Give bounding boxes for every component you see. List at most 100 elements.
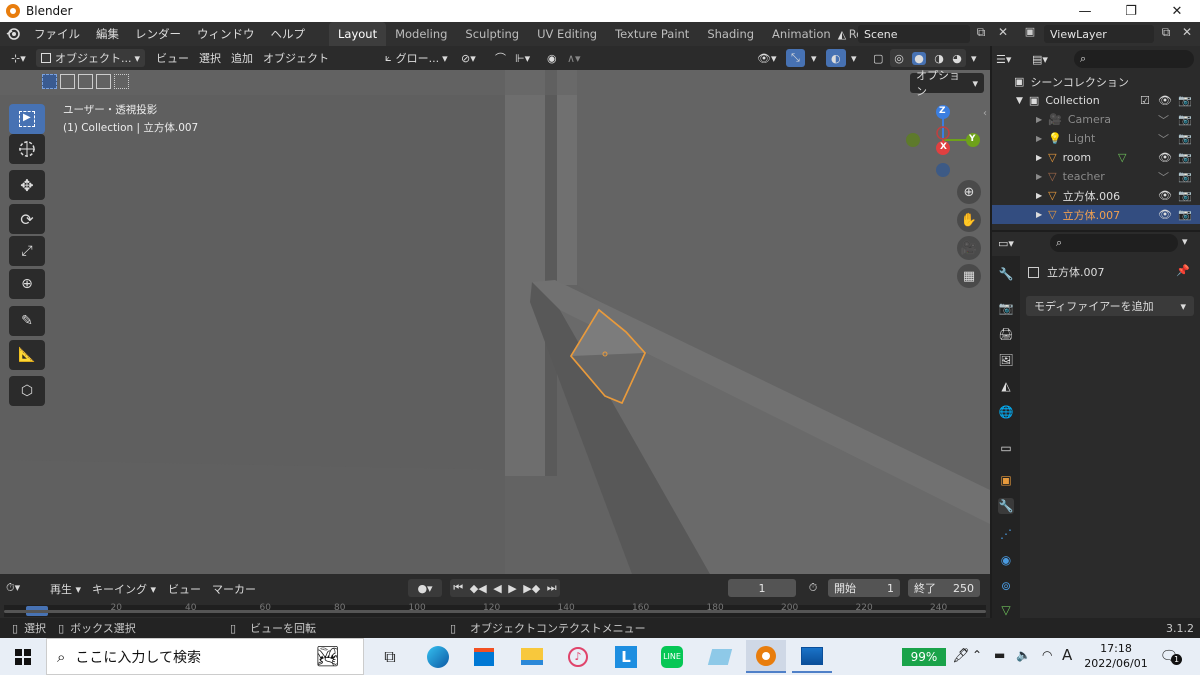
viewlayer-icon[interactable]: ▣ — [1018, 25, 1042, 43]
mode-selector[interactable]: オブジェクト... ▾ — [36, 49, 146, 67]
outliner-row-cube-006[interactable]: ▶ ▽ 立方体.006 👁 📷 — [992, 186, 1200, 205]
current-frame-field[interactable]: 1 — [728, 579, 796, 597]
expand-arrow-icon[interactable]: ▼ — [1016, 96, 1023, 106]
close-button[interactable]: ✕ — [1154, 0, 1200, 22]
material-shading-icon[interactable]: ◑ — [934, 52, 944, 65]
delete-scene-icon[interactable]: ✕ — [994, 25, 1012, 43]
gizmo-toggle-icon[interactable]: ⤡ — [786, 49, 805, 67]
outliner-row-room[interactable]: ▶ ▽ room ▽ 👁 📷 — [992, 148, 1200, 167]
eye-hidden-icon[interactable]: ﹀ — [1158, 112, 1169, 128]
display-mode-icon[interactable]: ▤▾ — [1032, 50, 1064, 68]
pen-icon[interactable]: 🖋 — [952, 648, 970, 664]
prev-keyframe-icon[interactable]: ◆◀ — [470, 582, 487, 595]
maximize-button[interactable]: ❐ — [1108, 0, 1154, 22]
new-viewlayer-icon[interactable]: ⧉ — [1157, 25, 1175, 43]
view-layer-tab-icon[interactable]: 🖼 — [998, 352, 1014, 368]
new-scene-icon[interactable]: ⧉ — [972, 25, 990, 43]
snipping-tool-icon[interactable] — [700, 640, 740, 673]
outliner-editor-type-icon[interactable]: ☰▾ — [996, 50, 1026, 68]
timeline-scrubber[interactable]: 20 40 60 80 100 120 140 160 180 200 220 240 — [4, 603, 986, 617]
scene-selector[interactable]: Scene — [858, 25, 970, 43]
particles-tab-icon[interactable]: ⋰ — [998, 526, 1014, 542]
add-cube-tool[interactable]: ⬡ — [9, 376, 45, 406]
tray-expand-icon[interactable]: ⌃ — [972, 648, 982, 662]
camera-view-icon[interactable]: 🎥 — [957, 236, 981, 260]
snap-icon[interactable]: ⌒ — [490, 49, 511, 67]
properties-options-dropdown[interactable]: ▾ — [1182, 235, 1188, 248]
viewlayer-selector[interactable]: ViewLayer — [1044, 25, 1154, 43]
auto-keying-button[interactable]: ●▾ — [408, 579, 442, 597]
world-tab-icon[interactable]: 🌐 — [998, 404, 1014, 420]
select-new-icon[interactable] — [42, 74, 57, 89]
task-view-icon[interactable]: ⧉ — [370, 640, 410, 673]
camera-render-icon[interactable]: 📷 — [1178, 132, 1192, 145]
select-subtract-icon[interactable] — [78, 74, 93, 89]
outliner-row-collection[interactable]: ▼ ▣ Collection ☑ 👁 📷 — [992, 91, 1200, 110]
transform-tool[interactable]: ⊕ — [9, 269, 45, 299]
falloff-icon[interactable]: ∧▾ — [562, 49, 586, 67]
scene-icon[interactable]: ◭ — [830, 25, 854, 43]
menu-object[interactable]: オブジェクト — [258, 49, 334, 67]
scene-collection-row[interactable]: ▣ シーンコレクション — [992, 72, 1200, 91]
object-tab-icon[interactable]: ▣ — [998, 472, 1014, 488]
tab-animation[interactable]: Animation — [763, 22, 840, 46]
sidebar-toggle-icon[interactable]: ‹ — [983, 108, 987, 119]
collection-tab-icon[interactable]: ▭ — [998, 440, 1014, 456]
expand-arrow-icon[interactable]: ▶ — [1036, 134, 1042, 143]
notification-center-icon[interactable]: 🗨 1 — [1158, 646, 1182, 666]
select-box-tool[interactable]: ▶ — [9, 104, 45, 134]
blender-menu-icon[interactable] — [0, 22, 26, 46]
expand-arrow-icon[interactable]: ▶ — [1036, 153, 1042, 162]
menu-playback[interactable]: 再生 ▾ — [50, 581, 81, 597]
menu-window[interactable]: ウィンドウ — [189, 22, 263, 46]
modifier-tab-icon[interactable]: 🔧 — [998, 498, 1014, 514]
transform-orientation[interactable]: ⟀ グロー... ▾ — [380, 49, 453, 67]
eye-icon[interactable]: 👁 — [1158, 189, 1172, 202]
perspective-toggle-icon[interactable]: ▦ — [957, 264, 981, 288]
line-icon[interactable]: LINE — [652, 640, 692, 673]
delete-viewlayer-icon[interactable]: ✕ — [1178, 25, 1196, 43]
3d-viewport[interactable]: オプション ▾ ユーザー・透視投影 (1) Collection | 立方体.00… — [0, 70, 990, 574]
ime-indicator[interactable]: A — [1062, 646, 1072, 664]
measure-tool[interactable]: 📐 — [9, 340, 45, 370]
next-keyframe-icon[interactable]: ▶◆ — [523, 582, 540, 595]
scene-tab-icon[interactable]: ◭ — [998, 378, 1014, 394]
play-icon[interactable]: ▶ — [508, 582, 516, 595]
store-icon[interactable] — [464, 640, 504, 673]
rotate-tool[interactable]: ⟳ — [9, 204, 45, 234]
outliner-row-camera[interactable]: ▶ 🎥 Camera ﹀ 📷 — [992, 110, 1200, 129]
xray-icon[interactable]: ▢ — [868, 49, 888, 67]
menu-file[interactable]: ファイル — [26, 22, 88, 46]
proportional-edit-icon[interactable]: ◉ — [542, 49, 562, 67]
select-extend-icon[interactable] — [60, 74, 75, 89]
overlay-dropdown[interactable]: ▾ — [846, 49, 862, 67]
solid-shading-icon[interactable]: ● — [912, 51, 926, 65]
windows-start-icon[interactable] — [0, 638, 46, 675]
menu-marker[interactable]: マーカー — [212, 581, 256, 597]
menu-render[interactable]: レンダー — [127, 22, 189, 46]
scale-tool[interactable]: ⤢ — [9, 236, 45, 266]
render-tab-icon[interactable]: 📷 — [998, 300, 1014, 316]
start-frame-field[interactable]: 開始 1 — [828, 579, 900, 597]
expand-arrow-icon[interactable]: ▶ — [1036, 172, 1042, 181]
editor-type-icon[interactable]: ⊹▾ — [6, 49, 36, 67]
eye-icon[interactable]: 👁 — [1158, 151, 1172, 164]
expand-arrow-icon[interactable]: ▶ — [1036, 115, 1042, 124]
menu-timeline-view[interactable]: ビュー — [168, 581, 201, 597]
file-explorer-icon[interactable] — [512, 640, 552, 673]
select-invert-icon[interactable] — [96, 74, 111, 89]
tab-modeling[interactable]: Modeling — [386, 22, 456, 46]
eye-icon[interactable]: 👁 — [1158, 208, 1172, 221]
timeline-editor-type-icon[interactable]: ⏱▾ — [6, 579, 20, 597]
outliner-row-cube-007[interactable]: ▶ ▽ 立方体.007 👁 📷 — [992, 205, 1200, 224]
tab-sculpting[interactable]: Sculpting — [456, 22, 528, 46]
snap-target-icon[interactable]: ⊩▾ — [510, 49, 535, 67]
menu-keying[interactable]: キーイング ▾ — [92, 581, 156, 597]
menu-view[interactable]: ビュー — [151, 49, 194, 67]
photos-icon[interactable] — [792, 640, 832, 673]
wifi-icon[interactable]: ◠ — [1042, 648, 1052, 662]
expand-arrow-icon[interactable]: ▶ — [1036, 210, 1042, 219]
rendered-shading-icon[interactable]: ◕ — [952, 52, 962, 65]
minimize-button[interactable]: — — [1062, 0, 1108, 22]
camera-render-icon[interactable]: 📷 — [1178, 113, 1192, 126]
